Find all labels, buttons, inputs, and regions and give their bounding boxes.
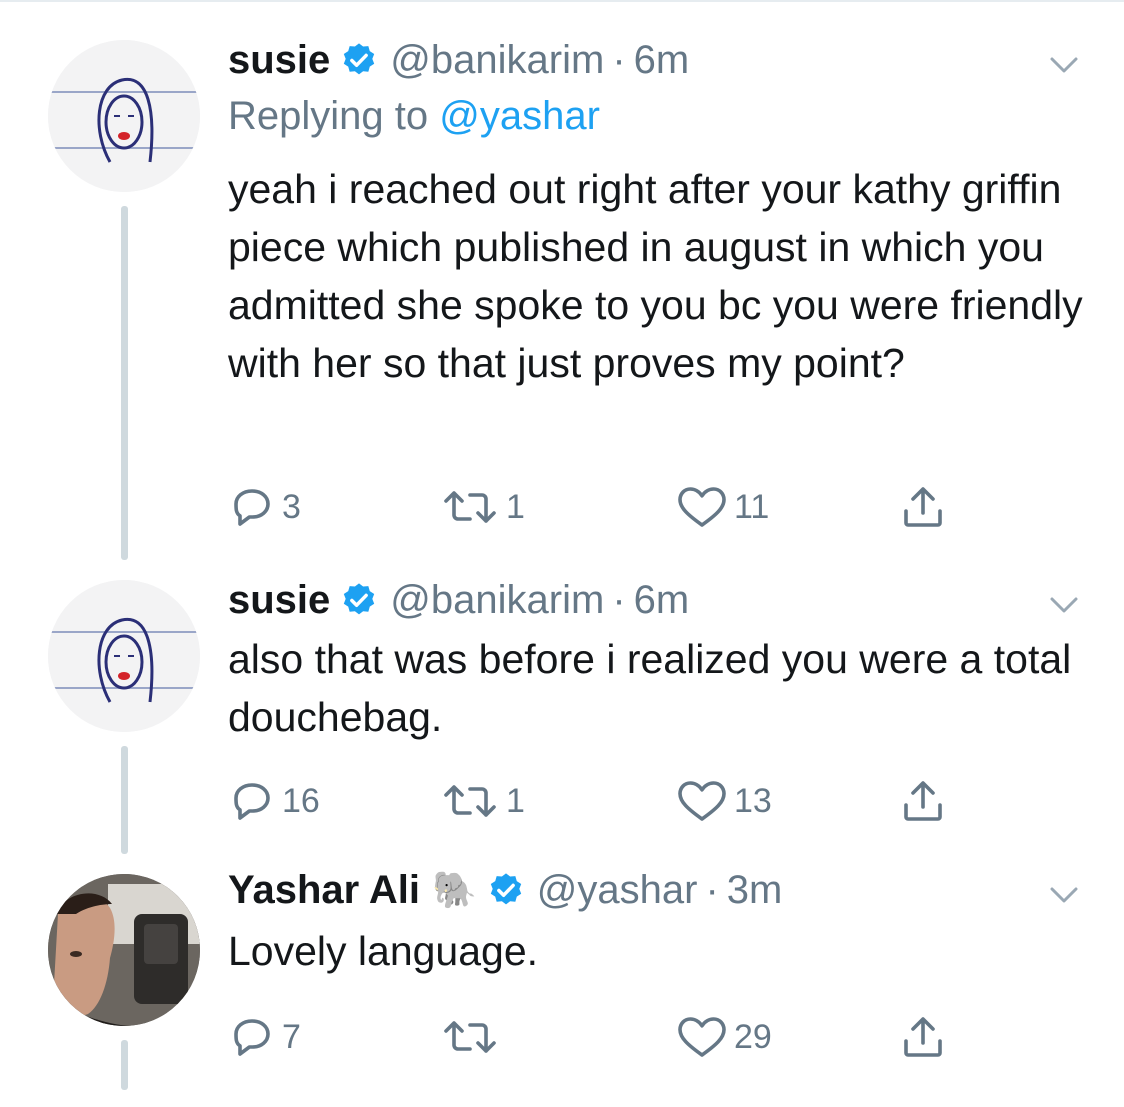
reply-button[interactable]: 7 (228, 1012, 301, 1062)
reply-count: 3 (282, 487, 301, 526)
share-icon (904, 781, 942, 821)
timestamp[interactable]: 6m (634, 578, 690, 623)
reply-icon (234, 1019, 270, 1056)
retweet-button[interactable] (440, 1012, 506, 1062)
tweet[interactable]: susie @banikarim · 6m Replying to @yasha… (0, 30, 1124, 570)
heart-icon (678, 1017, 726, 1057)
chevron-down-icon[interactable] (1044, 880, 1084, 910)
verified-badge-icon (344, 43, 375, 75)
avatar[interactable] (48, 580, 200, 732)
handle[interactable]: @yashar (537, 868, 698, 913)
avatar-drawing-icon (48, 40, 200, 192)
tweet-actions: 16 1 13 (228, 776, 968, 826)
like-count: 13 (734, 781, 772, 820)
timestamp[interactable]: 3m (727, 868, 783, 913)
share-button[interactable] (900, 776, 946, 826)
avatar[interactable] (48, 40, 200, 192)
share-button[interactable] (900, 482, 946, 532)
like-button[interactable]: 29 (676, 1012, 772, 1062)
reply-button[interactable]: 3 (228, 482, 301, 532)
tweet-text: Lovely language. (228, 928, 539, 974)
avatar-photo-icon (48, 874, 200, 1026)
chevron-down-icon[interactable] (1044, 50, 1084, 80)
elephant-emoji: 🐘 (431, 869, 477, 910)
retweet-count: 1 (506, 487, 525, 526)
retweet-icon (444, 491, 496, 523)
avatar-drawing-icon (48, 580, 200, 732)
display-name[interactable]: susie (228, 38, 330, 83)
tweet-text: yeah i reached out right after your kath… (228, 166, 1083, 386)
share-icon (904, 1017, 942, 1057)
reply-icon (234, 783, 270, 820)
retweet-icon (444, 785, 496, 817)
verified-badge-icon (344, 583, 375, 615)
separator: · (612, 37, 626, 82)
retweet-button[interactable]: 1 (440, 776, 525, 826)
share-icon (904, 487, 942, 527)
thread-line (121, 746, 128, 854)
tweet-header: Yashar Ali 🐘 @yashar · 3m (228, 860, 782, 920)
share-button[interactable] (900, 1012, 946, 1062)
like-button[interactable]: 11 (676, 482, 769, 532)
tweet-header: susie @banikarim · 6m (228, 30, 689, 90)
chevron-down-icon[interactable] (1044, 590, 1084, 620)
reply-count: 7 (282, 1017, 301, 1056)
like-count: 11 (734, 487, 770, 526)
thread-line (121, 1040, 128, 1090)
tweet-actions: 7 29 (228, 1012, 968, 1062)
handle[interactable]: @banikarim (390, 38, 604, 83)
tweet[interactable]: susie @banikarim · 6m also that was befo… (0, 570, 1124, 860)
handle[interactable]: @banikarim (390, 578, 604, 623)
replying-mention-link[interactable]: @yashar (439, 94, 600, 138)
thread-line (121, 206, 128, 560)
retweet-icon (444, 1021, 496, 1053)
replying-prefix: Replying to (228, 94, 429, 138)
tweet-header: susie @banikarim · 6m (228, 570, 689, 630)
retweet-button[interactable]: 1 (440, 482, 525, 532)
tweet-text: also that was before i realized you were… (228, 636, 1072, 740)
like-button[interactable]: 13 (676, 776, 772, 826)
reply-icon (234, 489, 270, 526)
display-name[interactable]: susie (228, 578, 330, 623)
heart-icon (678, 781, 726, 821)
top-divider (0, 0, 1124, 2)
separator: · (705, 867, 719, 912)
replying-to: Replying to @yashar (228, 94, 600, 139)
retweet-count: 1 (506, 781, 525, 820)
timestamp[interactable]: 6m (634, 38, 690, 83)
heart-icon (678, 487, 726, 527)
tweet-actions: 3 1 11 (228, 482, 968, 532)
reply-count: 16 (282, 781, 320, 820)
verified-badge-icon (490, 873, 521, 905)
tweet[interactable]: Yashar Ali 🐘 @yashar · 3m Lovely languag… (0, 860, 1124, 1107)
like-count: 29 (734, 1017, 772, 1056)
avatar[interactable] (48, 874, 200, 1026)
display-name[interactable]: Yashar Ali (228, 868, 420, 913)
reply-button[interactable]: 16 (228, 776, 320, 826)
separator: · (612, 577, 626, 622)
